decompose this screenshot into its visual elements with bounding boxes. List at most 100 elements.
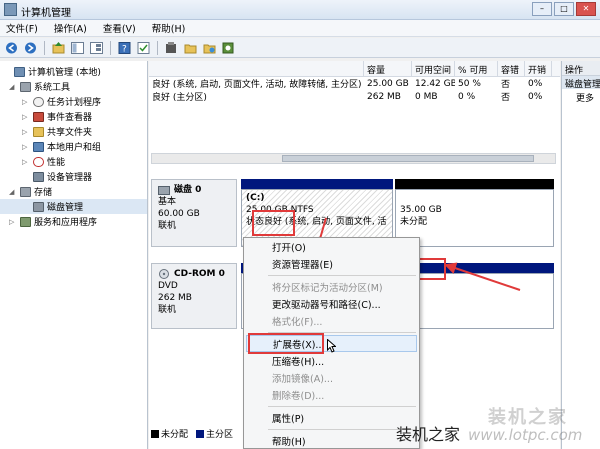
maximize-button[interactable]: □: [554, 2, 574, 16]
menu-separator: [244, 403, 419, 409]
cdrom-icon: [159, 269, 169, 279]
device-icon: [33, 171, 44, 182]
collapse-icon[interactable]: ◢: [9, 83, 17, 91]
column-header-percent-free[interactable]: % 可用: [455, 61, 498, 76]
tree-item-label: 任务计划程序: [47, 98, 102, 108]
help-icon[interactable]: ?: [117, 41, 132, 55]
services-icon: [20, 216, 31, 227]
tree-item-label: 本地用户和组: [47, 143, 102, 153]
tree-item-label: 共享文件夹: [47, 128, 93, 138]
menu-action[interactable]: 操作(A): [54, 21, 87, 35]
cdrom-name: CD-ROM 0: [174, 269, 225, 279]
cell-percent-free: 50 %: [458, 78, 481, 89]
watermark-url: www.lotpc.com: [468, 426, 583, 444]
scrollbar-thumb[interactable]: [282, 155, 534, 162]
save-icon[interactable]: [202, 41, 217, 55]
tree-item-storage[interactable]: ◢ 存储: [0, 184, 147, 199]
menu-item-properties[interactable]: 属性(P): [244, 409, 419, 426]
cell-fault-tolerance: 否: [501, 80, 511, 90]
table-row[interactable]: 良好 (系统, 启动, 页面文件, 活动, 故障转储, 主分区) 25.00 G…: [149, 77, 560, 91]
cell-free-space: 0 MB: [415, 91, 438, 102]
up-icon[interactable]: [51, 41, 66, 55]
cdrom-status: 联机: [158, 305, 177, 315]
tree-item-label: 事件查看器: [47, 113, 93, 123]
column-header-free-space[interactable]: 可用空间: [412, 61, 455, 76]
disk0-status: 联机: [158, 221, 177, 231]
cdrom-label[interactable]: CD-ROM 0 DVD 262 MB 联机: [151, 263, 237, 329]
actions-pane: 操作 磁盘管理 更多: [561, 61, 600, 449]
title-bar: 计算机管理 – □ ✕: [0, 0, 600, 20]
tree-item-disk-management[interactable]: 磁盘管理: [0, 199, 147, 214]
tree-item-task-scheduler[interactable]: ▷ 任务计划程序: [0, 94, 147, 109]
highlight-box-c-partition: [252, 210, 295, 236]
partition-c-letter: (C:): [246, 193, 265, 203]
forward-icon[interactable]: [23, 41, 38, 55]
tree-item-computer-management[interactable]: 计算机管理 (本地): [0, 64, 147, 79]
cdrom-size: 262 MB: [158, 293, 192, 303]
legend-primary-label: 主分区: [206, 429, 234, 440]
expand-icon[interactable]: ▷: [22, 143, 30, 151]
expand-icon[interactable]: ▷: [22, 128, 30, 136]
collapse-icon[interactable]: ◢: [9, 188, 17, 196]
menu-item-explore[interactable]: 资源管理器(E): [244, 255, 419, 272]
disk0-label[interactable]: 磁盘 0 基本 60.00 GB 联机: [151, 179, 237, 247]
tree-item-label: 性能: [47, 158, 66, 168]
show-tree-icon[interactable]: [70, 41, 85, 55]
menu-item-change-drive-letter[interactable]: 更改驱动器号和路径(C)...: [244, 295, 419, 312]
close-button[interactable]: ✕: [576, 2, 596, 16]
column-header-capacity[interactable]: 容量: [364, 61, 412, 76]
disk0-title: 磁盘 0: [158, 184, 230, 196]
settings-icon[interactable]: [221, 41, 236, 55]
properties-icon[interactable]: [136, 41, 151, 55]
tree-item-label: 服务和应用程序: [34, 218, 98, 228]
expand-icon[interactable]: ▷: [22, 113, 30, 121]
menu-view[interactable]: 查看(V): [103, 21, 136, 35]
highlight-box-extend-volume: [248, 333, 324, 354]
tree-item-performance[interactable]: ▷ 性能: [0, 154, 147, 169]
window-controls: – □ ✕: [532, 2, 596, 16]
actions-header: 操作: [562, 61, 600, 76]
users-icon: [33, 141, 44, 152]
tree-item-local-users[interactable]: ▷ 本地用户和组: [0, 139, 147, 154]
refresh-icon[interactable]: [164, 41, 179, 55]
menu-item-extend-volume[interactable]: 扩展卷(X)...: [246, 333, 417, 354]
menu-file[interactable]: 文件(F): [6, 21, 38, 35]
disk0-size: 60.00 GB: [158, 209, 200, 219]
actions-more[interactable]: 更多: [562, 89, 600, 106]
menu-item-help[interactable]: 帮助(H): [244, 432, 419, 449]
menu-separator: [244, 426, 419, 432]
column-header-overhead[interactable]: 开销: [525, 61, 552, 76]
tree-item-shared-folders[interactable]: ▷ 共享文件夹: [0, 124, 147, 139]
actions-disk-management[interactable]: 磁盘管理: [562, 76, 600, 89]
horizontal-scrollbar[interactable]: [151, 153, 556, 164]
tree-item-services[interactable]: ▷ 服务和应用程序: [0, 214, 147, 229]
table-row[interactable]: 良好 (主分区) 262 MB 0 MB 0 % 否 0%: [149, 90, 560, 104]
perf-icon: [33, 156, 44, 167]
column-header-status[interactable]: [149, 61, 364, 76]
tree-item-system-tools[interactable]: ◢ 系统工具: [0, 79, 147, 94]
expand-icon[interactable]: ▷: [22, 158, 30, 166]
navigation-tree: 计算机管理 (本地) ◢ 系统工具 ▷ 任务计划程序 ▷ 事件查看器 ▷ 共享文…: [0, 61, 148, 449]
menu-item-add-mirror: 添加镜像(A)...: [272, 373, 333, 385]
expand-icon[interactable]: ▷: [9, 218, 17, 226]
menu-help[interactable]: 帮助(H): [152, 21, 186, 35]
cell-percent-free: 0 %: [458, 91, 476, 102]
open-icon[interactable]: [183, 41, 198, 55]
back-icon[interactable]: [4, 41, 19, 55]
menu-item-open[interactable]: 打开(O): [244, 238, 419, 255]
minimize-button[interactable]: –: [532, 2, 552, 16]
tree-item-event-viewer[interactable]: ▷ 事件查看器: [0, 109, 147, 124]
toolbar-separator: [110, 40, 111, 55]
expand-icon[interactable]: ▷: [22, 98, 30, 106]
legend-swatch-black: [151, 430, 159, 438]
volume-table-header: 容量 可用空间 % 可用 容错 开销: [149, 61, 560, 77]
menu-item-delete-volume: 删除卷(D)...: [272, 390, 325, 402]
watermark-brand: 装机之家: [396, 425, 461, 444]
window-title: 计算机管理: [21, 8, 71, 19]
svg-text:?: ?: [122, 44, 127, 54]
menu-item-shrink-volume[interactable]: 压缩卷(H)...: [244, 352, 419, 369]
console-icon[interactable]: [89, 41, 104, 55]
tree-item-device-manager[interactable]: 设备管理器: [0, 169, 147, 184]
cell-fault-tolerance: 否: [501, 93, 511, 103]
column-header-fault-tolerance[interactable]: 容错: [498, 61, 525, 76]
